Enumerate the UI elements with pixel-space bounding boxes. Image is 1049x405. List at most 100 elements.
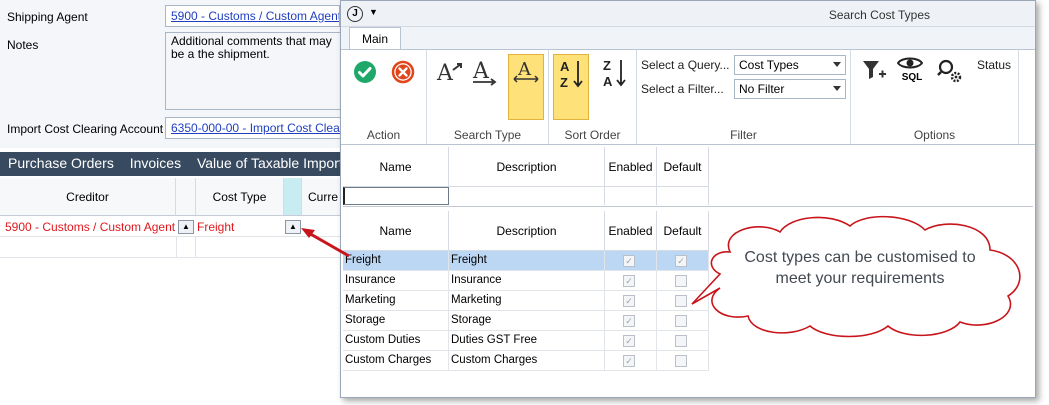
ribbon: Action A A A Search Type AZ ZA Sort Orde…: [341, 49, 1035, 145]
default-checkbox[interactable]: [675, 335, 687, 347]
search-type-wildcard-button[interactable]: A: [508, 54, 544, 120]
group-action: Action: [341, 50, 427, 144]
cost-grid: Creditor Cost Type Curre 5900 - Customs …: [0, 178, 345, 398]
cell-description: Duties GST Free: [449, 331, 605, 351]
sort-ascending-icon: AZ: [560, 59, 583, 90]
column-name[interactable]: Name: [343, 211, 449, 251]
enabled-checkbox[interactable]: ✓: [623, 355, 635, 367]
default-checkbox[interactable]: [675, 315, 687, 327]
row-creditor: 5900 - Customs / Custom Agent: [5, 220, 176, 234]
cell-description: Storage: [449, 311, 605, 331]
background-form: Shipping Agent 5900 - Customs / Custom A…: [0, 0, 345, 398]
status-button[interactable]: Status: [977, 58, 1011, 72]
table-row[interactable]: Storage Storage ✓: [343, 311, 709, 331]
add-filter-button[interactable]: [861, 58, 887, 87]
search-gear-icon: [937, 59, 962, 83]
table-row[interactable]: 5900 - Customs / Custom Agent ▲ Freight …: [0, 216, 345, 237]
sql-label: SQL: [901, 72, 923, 83]
cell-name: Custom Duties: [343, 331, 449, 351]
svg-text:Z: Z: [560, 75, 568, 90]
table-row[interactable]: Custom Duties Duties GST Free ✓: [343, 331, 709, 351]
tab-main[interactable]: Main: [349, 27, 401, 50]
table-row[interactable]: [0, 237, 345, 258]
notes-label: Notes: [7, 38, 39, 52]
cancel-icon: [391, 60, 415, 84]
cell-name: Marketing: [343, 291, 449, 311]
sort-descending-button[interactable]: ZA: [597, 54, 633, 94]
tab-value-of-taxable-import[interactable]: Value of Taxable Import: [197, 155, 343, 171]
tab-purchase-orders[interactable]: Purchase Orders: [8, 155, 114, 171]
sort-descending-icon: ZA: [603, 58, 626, 89]
search-criteria-grid: Name Description Enabled Default: [343, 147, 1033, 207]
cell-description: Insurance: [449, 271, 605, 291]
search-column-default[interactable]: Default: [657, 147, 709, 187]
default-checkbox[interactable]: ✓: [675, 255, 687, 267]
table-row[interactable]: Custom Charges Custom Charges ✓: [343, 351, 709, 371]
cell-description: Marketing: [449, 291, 605, 311]
enabled-checkbox[interactable]: ✓: [623, 335, 635, 347]
check-icon: [354, 61, 376, 83]
text-underline-icon: A: [472, 59, 497, 86]
filter-select[interactable]: No Filter: [734, 79, 846, 99]
table-row[interactable]: Insurance Insurance ✓: [343, 271, 709, 291]
search-column-description[interactable]: Description: [449, 147, 605, 187]
column-creditor[interactable]: Creditor: [0, 178, 176, 216]
sql-button[interactable]: SQL: [896, 56, 927, 83]
enabled-checkbox[interactable]: ✓: [623, 255, 635, 267]
default-checkbox[interactable]: [675, 355, 687, 367]
column-currency[interactable]: Curre: [302, 178, 345, 216]
notes-field[interactable]: Additional comments that may be a the sh…: [165, 32, 345, 110]
svg-text:A: A: [472, 59, 490, 84]
search-type-begins-button[interactable]: A: [435, 58, 467, 90]
clearing-account-label: Import Cost Clearing Account: [7, 122, 164, 136]
filter-select-value: No Filter: [739, 82, 785, 96]
ok-button[interactable]: [353, 60, 377, 87]
text-center-icon: A: [513, 59, 539, 83]
search-column-enabled[interactable]: Enabled: [605, 147, 657, 187]
cancel-button[interactable]: [391, 60, 415, 87]
enabled-checkbox[interactable]: ✓: [623, 275, 635, 287]
tab-invoices[interactable]: Invoices: [130, 155, 181, 171]
group-label-options: Options: [913, 128, 956, 142]
column-spacer: [176, 178, 196, 216]
chevron-down-icon: [833, 86, 841, 91]
row-cost-type: Freight: [197, 220, 235, 234]
callout-text: Cost types can be customised to meet you…: [744, 249, 976, 287]
search-type-contains-button[interactable]: A: [471, 58, 503, 90]
group-filter: Select a Query... Cost Types Select a Fi…: [637, 50, 851, 144]
query-label: Select a Query...: [641, 58, 730, 72]
shipping-agent-label: Shipping Agent: [7, 10, 88, 24]
default-checkbox[interactable]: [675, 295, 687, 307]
group-sort-order: AZ ZA Sort Order: [549, 50, 637, 144]
enabled-filter-input[interactable]: [605, 187, 657, 205]
table-row[interactable]: Freight Freight ✓ ✓: [343, 251, 709, 271]
query-select-value: Cost Types: [739, 58, 799, 72]
column-description[interactable]: Description: [449, 211, 605, 251]
table-row[interactable]: Marketing Marketing ✓: [343, 291, 709, 311]
search-column-name[interactable]: Name: [343, 147, 449, 187]
text-arrow-icon: A: [436, 61, 462, 86]
enabled-checkbox[interactable]: ✓: [623, 315, 635, 327]
clearing-account-field[interactable]: 6350-000-00 - Import Cost Clearing: [165, 117, 345, 139]
group-label-search-type: Search Type: [453, 128, 522, 142]
ribbon-tab-row: Main: [341, 27, 1035, 50]
form-tabs: Purchase Orders Invoices Value of Taxabl…: [0, 152, 345, 176]
group-options: SQL Status Options: [851, 50, 1019, 144]
cell-description: Custom Charges: [449, 351, 605, 371]
default-filter-input[interactable]: [657, 187, 709, 205]
query-select[interactable]: Cost Types: [734, 55, 846, 75]
cell-name: Storage: [343, 311, 449, 331]
sort-ascending-button[interactable]: AZ: [553, 54, 589, 120]
search-settings-button[interactable]: [937, 58, 963, 87]
enabled-checkbox[interactable]: ✓: [623, 295, 635, 307]
svg-text:A: A: [517, 59, 532, 80]
group-label-filter: Filter: [730, 128, 757, 142]
name-filter-input[interactable]: [343, 187, 449, 205]
shipping-agent-field[interactable]: 5900 - Customs / Custom Agent: [165, 5, 340, 27]
column-enabled[interactable]: Enabled: [605, 211, 657, 251]
default-checkbox[interactable]: [675, 275, 687, 287]
column-cost-type[interactable]: Cost Type: [196, 178, 284, 216]
creditor-lookup-button[interactable]: ▲: [178, 220, 194, 234]
title-bar: J ▼ Search Cost Types: [341, 1, 1035, 27]
description-filter-input[interactable]: [449, 187, 605, 205]
